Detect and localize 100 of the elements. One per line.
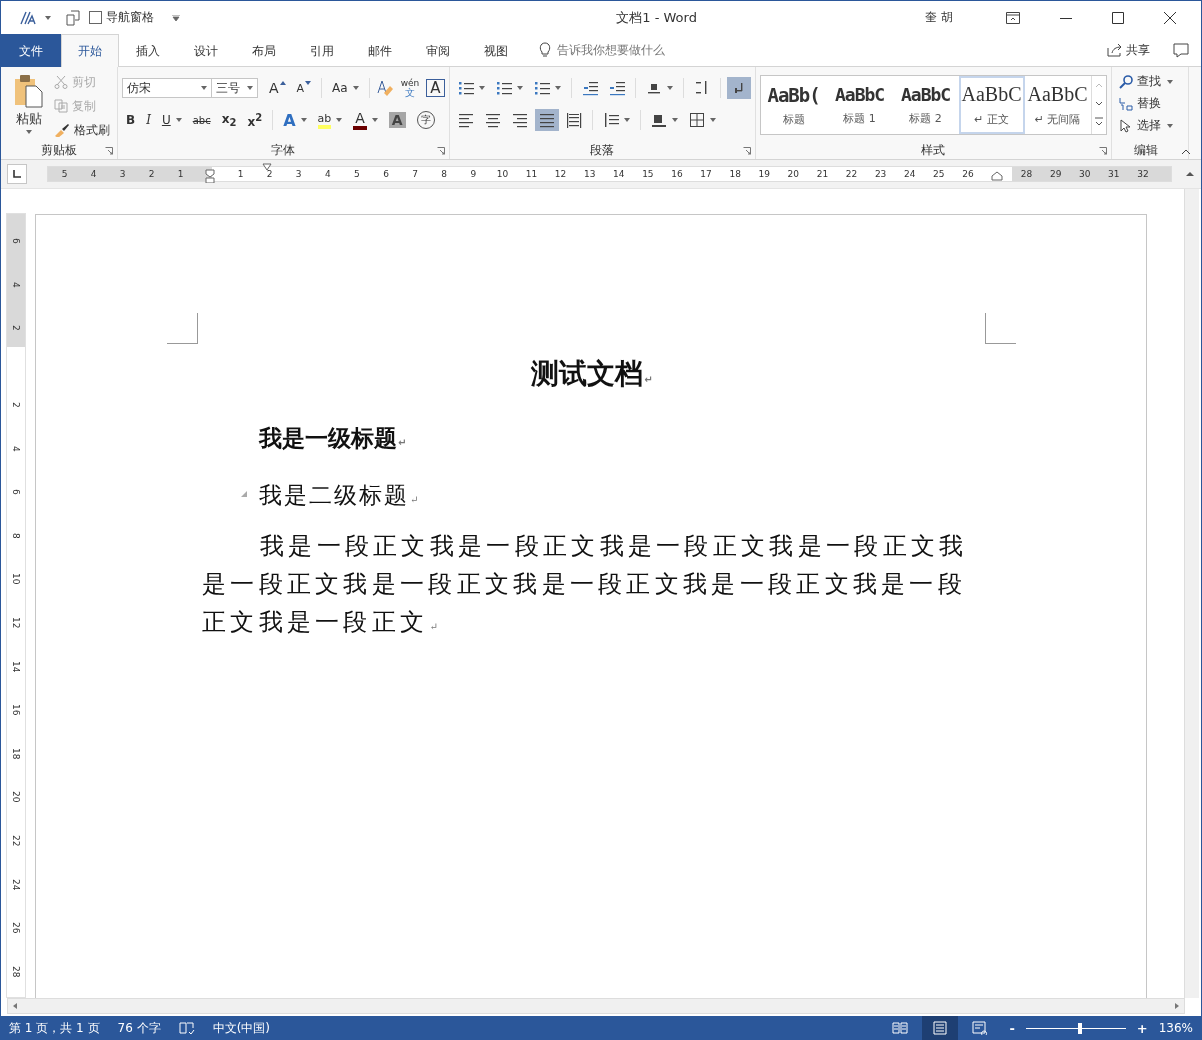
ribbon-tab[interactable]: 视图 — [467, 34, 525, 67]
right-indent-marker[interactable] — [991, 171, 1003, 181]
feedback-icon[interactable] — [1173, 42, 1189, 58]
page-count[interactable]: 第 1 页，共 1 页 — [9, 1019, 100, 1037]
ribbon-tab[interactable]: 引用 — [293, 34, 351, 67]
ruler-number: 18 — [728, 168, 742, 181]
word-count[interactable]: 76 个字 — [117, 1019, 161, 1037]
painter-button[interactable]: 格式刷 — [51, 119, 113, 141]
ribbon-tab[interactable]: 布局 — [235, 34, 293, 67]
ribbon-tab[interactable]: 开始 — [61, 34, 119, 67]
shrink-button[interactable]: A — [292, 77, 316, 99]
collapse-ribbon-icon[interactable] — [1181, 149, 1191, 155]
zoom-out-button[interactable]: - — [1008, 1019, 1016, 1037]
maximize-icon[interactable] — [1112, 11, 1124, 24]
user-name[interactable]: 奎 胡 — [925, 9, 953, 26]
page-icon — [932, 1021, 949, 1035]
zoom-in-button[interactable]: + — [1135, 1019, 1149, 1037]
border-button[interactable]: A — [426, 79, 445, 97]
shading-icon — [650, 112, 667, 128]
justify-button[interactable] — [534, 109, 559, 131]
ruler-number: 31 — [1107, 168, 1121, 181]
ruler-number: 19 — [757, 168, 771, 181]
ruler-number: 2 — [10, 400, 22, 410]
ribbon-tab[interactable]: 设计 — [177, 34, 235, 67]
close-icon[interactable] — [1164, 11, 1176, 24]
font-size-field[interactable]: 三号 — [211, 78, 258, 98]
proofing-icon[interactable] — [178, 1021, 195, 1035]
ruler-number: 20 — [786, 168, 801, 181]
tab-selector[interactable] — [7, 164, 27, 184]
scroll-left-icon[interactable] — [11, 1002, 19, 1010]
vertical-ruler[interactable]: 6 4 2 2 4 6 8 10 12 14 16 18 20 22 24 26 28 — [6, 213, 26, 998]
zoom-slider-thumb[interactable] — [1077, 1022, 1082, 1034]
ribbon-tab[interactable]: 邮件 — [351, 34, 409, 67]
pen-icon[interactable] — [19, 9, 37, 26]
share-button[interactable]: 共享 — [1098, 34, 1159, 66]
strike-button[interactable]: abc — [188, 109, 215, 131]
zoom-level[interactable]: 136% — [1158, 1021, 1193, 1035]
color-button[interactable]: A — [349, 109, 382, 131]
italic-button[interactable]: I — [142, 109, 155, 131]
phonetic-button[interactable]: wén 文 — [396, 77, 424, 99]
ruler-number: 9 — [469, 168, 478, 181]
ruler-number: 16 — [10, 703, 22, 718]
ruler-number: 3 — [294, 168, 303, 181]
increase-indent-icon — [608, 80, 625, 96]
horizontal-ruler[interactable]: 5 4 3 2 1 1 2 3 4 5 6 7 8 9 10 11 12 13 14 15 16 17 18 19 20 21 22 23 24 25 26 28 29 30 31 32 — [47, 166, 1172, 182]
nav-pane-checkbox[interactable] — [89, 11, 102, 24]
print-view-button[interactable] — [922, 1016, 959, 1040]
style-item[interactable]: AaBbC ↵ 正文 — [958, 76, 1025, 134]
language-label[interactable]: 中文(中国) — [212, 1019, 270, 1037]
book-icon — [892, 1021, 909, 1035]
ribbon-options-icon[interactable] — [1006, 11, 1020, 24]
ruler-number: 4 — [89, 168, 98, 181]
caret-icon[interactable] — [247, 86, 253, 90]
font-name-field[interactable]: 仿宋 — [122, 78, 212, 98]
document-icon[interactable] — [65, 9, 81, 26]
highlight-button[interactable]: ab — [313, 109, 347, 131]
scroll-up-icon[interactable] — [1185, 169, 1195, 179]
ribbon-tab[interactable]: 文件 — [1, 34, 61, 67]
align-center-icon — [484, 112, 501, 128]
style-item[interactable]: AaBb( 标题 — [760, 76, 827, 134]
paste-button[interactable]: 粘贴 — [11, 71, 47, 141]
web-page-icon — [972, 1021, 989, 1035]
lightbulb-icon[interactable] — [539, 42, 551, 58]
group-label: 字体 — [271, 141, 296, 159]
dialog-launcher-icon[interactable] — [436, 147, 445, 155]
bold-button[interactable]: B — [122, 109, 140, 131]
scroll-right-icon[interactable] — [1173, 1002, 1181, 1010]
caret-icon[interactable] — [201, 86, 207, 90]
subscript-button[interactable]: x$_{2}$ — [217, 109, 241, 131]
horizontal-scrollbar[interactable] — [7, 998, 1185, 1014]
style-item[interactable]: AaBbC ↵ 无间隔 — [1024, 76, 1091, 134]
replace-button[interactable]: 替换 — [1115, 93, 1176, 114]
paragraph-mark-button[interactable] — [726, 77, 751, 99]
case-button[interactable]: Aa — [328, 77, 363, 99]
indent-marker[interactable] — [205, 169, 215, 183]
customize-icon[interactable] — [172, 14, 180, 21]
ribbon-tab[interactable]: 插入 — [119, 34, 177, 67]
dialog-launcher-icon[interactable] — [105, 147, 113, 155]
first-line-indent-marker[interactable] — [262, 163, 272, 171]
paragraph-text: 我是二级标题↵ — [259, 482, 421, 508]
style-item[interactable]: AaBbC 标题 1 — [826, 76, 893, 134]
dialog-launcher-icon[interactable] — [1098, 147, 1107, 155]
ruler-number: 10 — [495, 168, 510, 181]
select-button[interactable]: 选择 — [1115, 115, 1176, 136]
eraser-icon[interactable] — [375, 79, 394, 97]
dialog-launcher-icon[interactable] — [742, 147, 751, 155]
ruler-number: 17 — [699, 168, 713, 181]
style-item[interactable]: AaBbC 标题 2 — [892, 76, 959, 134]
ruler-number: 4 — [10, 444, 22, 454]
grow-button[interactable]: A — [265, 77, 290, 99]
superscript-button[interactable]: x$^{2}$ — [243, 109, 267, 131]
ruler-number: 15 — [641, 168, 655, 181]
tell-me-field[interactable]: 告诉我你想要做什么 — [555, 42, 699, 58]
effect-button[interactable]: A — [279, 109, 311, 131]
caret-icon[interactable] — [45, 15, 51, 20]
replace-icon — [1118, 96, 1133, 111]
ribbon-tab[interactable]: 审阅 — [409, 34, 467, 67]
vertical-scrollbar[interactable] — [1184, 189, 1199, 998]
underline-button[interactable]: U — [157, 109, 186, 131]
find-button[interactable]: 查找 — [1115, 71, 1176, 92]
